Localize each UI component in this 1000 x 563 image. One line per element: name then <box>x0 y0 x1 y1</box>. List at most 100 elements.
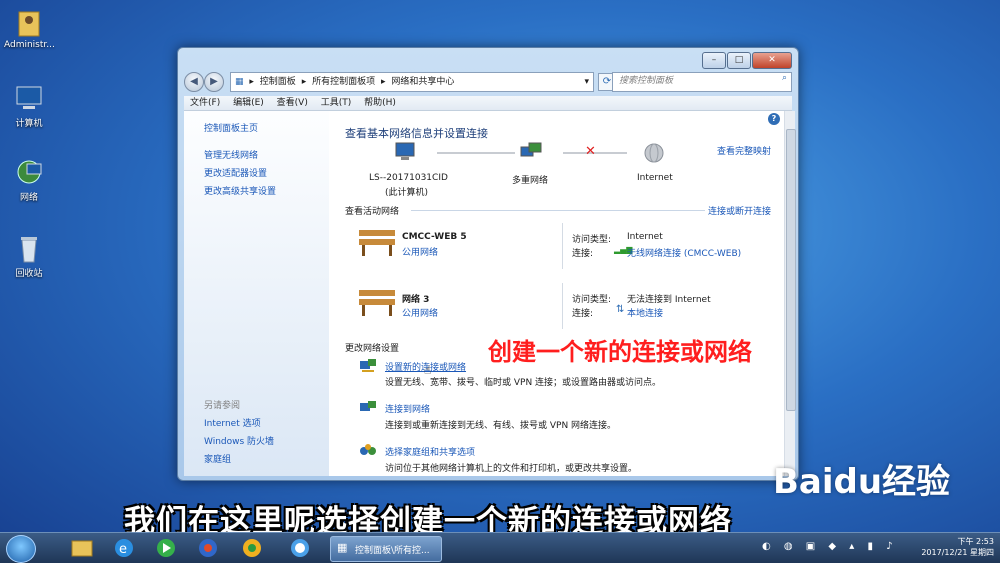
advanced-sharing-link[interactable]: 更改高级共享设置 <box>204 184 276 197</box>
breadcrumb-sep-icon: ▸ <box>249 77 254 87</box>
view-full-map-link[interactable]: 查看完整映射 <box>717 144 771 157</box>
network-icon <box>13 158 45 188</box>
access-type-value: 无法连接到 Internet <box>627 295 711 305</box>
homegroup-icon <box>359 443 377 462</box>
menu-help[interactable]: 帮助(H) <box>364 96 396 110</box>
clock-time: 下午 2:53 <box>957 537 994 546</box>
menu-bar: 文件(F) 编辑(E) 查看(V) 工具(T) 帮助(H) <box>184 96 792 111</box>
desktop-icon-network[interactable]: 网络 <box>4 158 54 203</box>
desktop-icon-recycle[interactable]: 回收站 <box>4 234 54 279</box>
caption-buttons: – □ ✕ <box>701 52 792 69</box>
search-input[interactable]: 搜索控制面板 ⌕ <box>612 72 792 92</box>
desktop-icon-label: 回收站 <box>15 269 43 279</box>
network-type-link[interactable]: 公用网络 <box>402 306 438 319</box>
connect-network-icon <box>359 400 377 419</box>
control-panel-icon: ▦ <box>235 77 244 87</box>
breadcrumb-item[interactable]: 网络和共享中心 <box>391 77 454 87</box>
windows-firewall-link[interactable]: Windows 防火墙 <box>204 434 274 447</box>
scroll-thumb[interactable] <box>786 129 796 411</box>
menu-edit[interactable]: 编辑(E) <box>233 96 264 110</box>
desktop-icon-admin[interactable]: Administr... <box>4 8 55 50</box>
breadcrumb-item[interactable]: 所有控制面板项 <box>312 77 375 87</box>
network-divider <box>562 223 563 269</box>
map-line <box>437 152 515 154</box>
task-description: 访问位于其他网络计算机上的文件和打印机，或更改共享设置。 <box>385 464 638 474</box>
internet-options-link[interactable]: Internet 选项 <box>204 416 261 429</box>
recycle-bin-icon <box>13 234 45 264</box>
scrollbar[interactable] <box>784 111 796 476</box>
clock[interactable]: 下午 2:53 2017/12/21 星期四 <box>921 536 994 558</box>
address-row: ◀ ▶ ▦ ▸ 控制面板 ▸ 所有控制面板项 ▸ 网络和共享中心 ▾ ⟳ 搜索控… <box>184 70 792 92</box>
wireless-connection-link[interactable]: 无线网络连接 (CMCC-WEB) <box>627 246 741 259</box>
computer-icon <box>13 84 45 114</box>
divider <box>411 210 705 211</box>
taskbar-app-icon[interactable] <box>188 536 228 560</box>
bench-icon <box>357 286 397 321</box>
lan-plug-icon: ⇅ <box>616 304 625 315</box>
homegroup-sharing-link[interactable]: 选择家庭组和共享选项 <box>385 445 475 458</box>
task-description: 连接到或重新连接到无线、有线、拨号或 VPN 网络连接。 <box>385 421 617 431</box>
breadcrumb-item[interactable]: 控制面板 <box>260 77 296 87</box>
annotation-text: 创建一个新的连接或网络 <box>488 338 752 366</box>
local-connection-link[interactable]: 本地连接 <box>627 306 663 319</box>
network-name: 网络 3 <box>402 295 430 305</box>
connect-to-network-link[interactable]: 连接到网络 <box>385 402 430 415</box>
search-icon[interactable]: ⌕ <box>782 73 787 83</box>
control-panel-home-link[interactable]: 控制面板主页 <box>204 121 258 134</box>
taskbar-explorer-icon[interactable] <box>62 536 102 560</box>
forward-button[interactable]: ▶ <box>204 72 224 92</box>
menu-view[interactable]: 查看(V) <box>277 96 308 110</box>
bench-icon <box>357 226 397 261</box>
menu-file[interactable]: 文件(F) <box>190 96 220 110</box>
desktop-icon-computer[interactable]: 计算机 <box>4 84 54 129</box>
main-pane: ? 查看基本网络信息并设置连接 查看完整映射 ✕ LS--20171031CID… <box>329 111 784 476</box>
breadcrumb-sep-icon: ▸ <box>380 77 386 87</box>
taskbar-app-icon[interactable] <box>280 536 320 560</box>
access-type-label: 访问类型: <box>572 235 612 245</box>
computer-sub: (此计算机) <box>385 188 429 198</box>
connect-disconnect-link[interactable]: 连接或断开连接 <box>708 204 771 217</box>
access-type-value: Internet <box>627 232 663 242</box>
folder-icon <box>13 8 45 38</box>
network-type-link[interactable]: 公用网络 <box>402 245 438 258</box>
multi-network-icon <box>519 141 543 166</box>
network-name: CMCC-WEB 5 <box>402 232 467 242</box>
dropdown-icon[interactable]: ▾ <box>584 73 589 91</box>
task-description: 设置无线、宽带、拨号、临时或 VPN 连接；或设置路由器或访问点。 <box>385 378 662 388</box>
computer-icon <box>393 141 417 166</box>
taskbar: e ▦ 控制面板\所有控... ◐ ◍ ▣ ◆ ▴ ▮ ♪ 下午 2:53 20… <box>0 532 1000 563</box>
homegroup-link[interactable]: 家庭组 <box>204 452 231 465</box>
internet-label: Internet <box>637 173 673 183</box>
taskbar-app-icon[interactable] <box>232 536 272 560</box>
help-icon[interactable]: ? <box>768 113 780 125</box>
desktop-icon-label: 计算机 <box>15 119 43 129</box>
connection-label: 连接: <box>572 309 594 319</box>
address-bar[interactable]: ▦ ▸ 控制面板 ▸ 所有控制面板项 ▸ 网络和共享中心 ▾ <box>230 72 594 92</box>
network-sharing-window: – □ ✕ ◀ ▶ ▦ ▸ 控制面板 ▸ 所有控制面板项 ▸ 网络和共享中心 ▾… <box>177 47 799 481</box>
close-button[interactable]: ✕ <box>752 52 792 69</box>
change-adapter-link[interactable]: 更改适配器设置 <box>204 166 267 179</box>
multi-network-label: 多重网络 <box>512 176 549 186</box>
menu-tools[interactable]: 工具(T) <box>321 96 352 110</box>
breadcrumb-sep-icon: ▸ <box>301 77 307 87</box>
maximize-button[interactable]: □ <box>727 52 751 69</box>
computer-name: LS--20171031CID <box>369 173 448 183</box>
page-title: 查看基本网络信息并设置连接 <box>345 127 488 140</box>
start-button[interactable] <box>6 535 36 563</box>
manage-wireless-link[interactable]: 管理无线网络 <box>204 148 258 161</box>
disconnected-x-icon: ✕ <box>585 144 596 159</box>
connection-label: 连接: <box>572 249 594 259</box>
minimize-button[interactable]: – <box>702 52 726 69</box>
active-networks-title: 查看活动网络 <box>345 207 400 217</box>
globe-icon <box>643 142 665 167</box>
taskbar-media-icon[interactable] <box>146 536 186 560</box>
see-also-title: 另请参阅 <box>204 401 241 411</box>
access-type-label: 访问类型: <box>572 295 612 305</box>
tray-icons: ◐ ◍ ▣ ◆ ▴ ▮ ♪ <box>762 541 898 552</box>
taskbar-control-panel-task[interactable]: ▦ 控制面板\所有控... <box>330 536 442 562</box>
svg-text:e: e <box>119 542 127 557</box>
desktop-icon-label: Administr... <box>4 40 55 50</box>
back-button[interactable]: ◀ <box>184 72 204 92</box>
taskbar-ie-icon[interactable]: e <box>104 536 144 560</box>
left-pane: 控制面板主页 管理无线网络 更改适配器设置 更改高级共享设置 另请参阅 Inte… <box>184 111 329 476</box>
